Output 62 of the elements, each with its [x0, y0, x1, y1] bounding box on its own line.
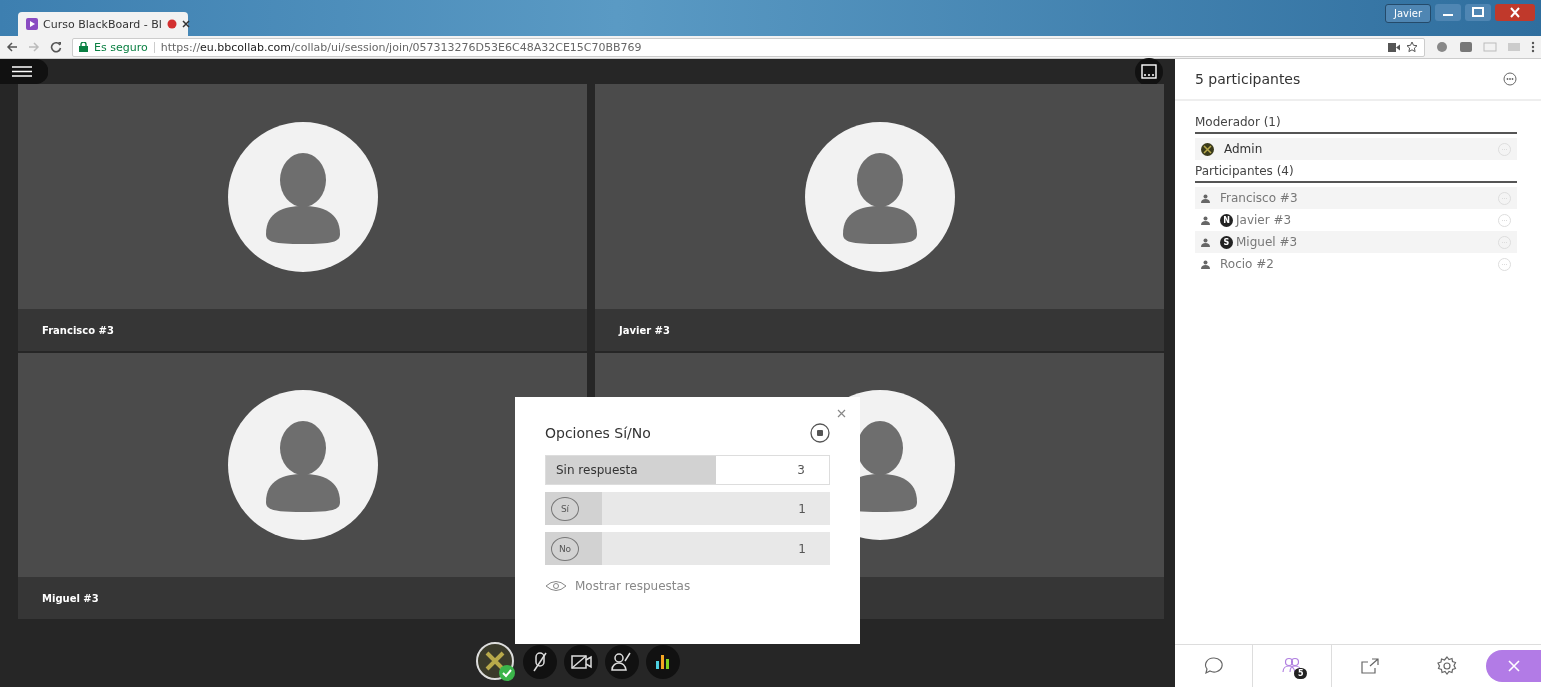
site-icon — [26, 18, 38, 30]
person-icon — [1201, 259, 1210, 269]
person-icon — [1201, 193, 1210, 203]
participant-name: Admin — [1224, 142, 1263, 156]
group-heading: Moderador (1) — [1195, 111, 1517, 134]
raise-hand-icon[interactable] — [604, 645, 639, 679]
status-badge: N — [1220, 213, 1233, 227]
more-icon[interactable] — [1531, 41, 1535, 53]
participant-row[interactable]: Francisco #3 — [1195, 187, 1517, 209]
close-icon[interactable] — [181, 20, 190, 28]
stop-icon[interactable] — [810, 423, 830, 443]
participant-name: Francisco #3 — [1220, 191, 1298, 205]
camera-off-icon[interactable] — [563, 645, 598, 679]
security-label: Es seguro — [94, 40, 148, 54]
avatar-icon — [1201, 142, 1214, 156]
participant-name: Miguel #3 — [1236, 235, 1298, 249]
extension-icon[interactable] — [1435, 41, 1449, 53]
maximize-icon[interactable] — [1465, 4, 1491, 21]
response-count: 3 — [797, 463, 805, 477]
browser-tab[interactable]: Curso BlackBoard - Bl — [18, 12, 188, 36]
minimize-icon[interactable] — [1435, 4, 1461, 21]
lock-icon — [79, 42, 88, 52]
participant-name: Javier #3 — [1236, 213, 1292, 227]
address-bar[interactable]: Es seguro https://eu.bbcollab.com/collab/ui/session/join/057313276D53E6C48A32CE15C70BB769 — [72, 37, 1425, 57]
participant-name: Rocio #2 — [1220, 257, 1274, 271]
eye-icon — [545, 580, 567, 592]
avatar-icon[interactable] — [475, 642, 516, 682]
star-icon[interactable] — [1406, 41, 1418, 53]
count-badge: 5 — [1293, 668, 1308, 679]
participant-row[interactable]: N Javier #3 — [1195, 209, 1517, 231]
close-button[interactable] — [1486, 650, 1541, 682]
participant-name: Francisco #3 — [42, 324, 114, 336]
recording-icon — [166, 19, 177, 29]
back-icon[interactable] — [6, 41, 18, 53]
close-icon[interactable] — [1495, 4, 1535, 21]
poll-title: Opciones Sí/No — [545, 425, 651, 441]
person-icon — [1201, 237, 1210, 247]
panel-title: 5 participantes — [1195, 71, 1301, 87]
participant-name: Javier #3 — [619, 324, 670, 336]
participant-row[interactable]: Admin — [1195, 138, 1517, 160]
extension-icon[interactable] — [1459, 41, 1473, 53]
person-icon — [1201, 215, 1210, 225]
reload-icon[interactable] — [50, 41, 62, 53]
microphone-muted-icon[interactable] — [522, 645, 557, 679]
participant-row[interactable]: Rocio #2 — [1195, 253, 1517, 275]
show-responses-link[interactable]: Mostrar respuestas — [545, 579, 830, 593]
participant-row[interactable]: S Miguel #3 — [1195, 231, 1517, 253]
url-text: https://eu.bbcollab.com/collab/ui/session/join/057313276D53E6C48A32CE15C70BB769 — [160, 40, 642, 54]
panel-tab[interactable]: 5 — [1252, 645, 1332, 687]
tab-title: Curso BlackBoard - Bl — [43, 17, 162, 31]
layout-icon[interactable] — [1135, 57, 1163, 86]
response-count: 1 — [798, 541, 806, 556]
profile-button[interactable]: Javier — [1384, 4, 1431, 23]
option-label: Sin respuesta — [556, 463, 638, 477]
status-badge: S — [1220, 235, 1233, 249]
menu-icon[interactable] — [0, 59, 48, 84]
response-count: 1 — [798, 501, 806, 516]
more-options-icon[interactable] — [1503, 72, 1517, 86]
participant-name: Miguel #3 — [42, 592, 99, 604]
group-heading: Participantes (4) — [1195, 160, 1517, 183]
camera-icon[interactable] — [1388, 42, 1400, 52]
poll-icon[interactable] — [645, 645, 680, 679]
